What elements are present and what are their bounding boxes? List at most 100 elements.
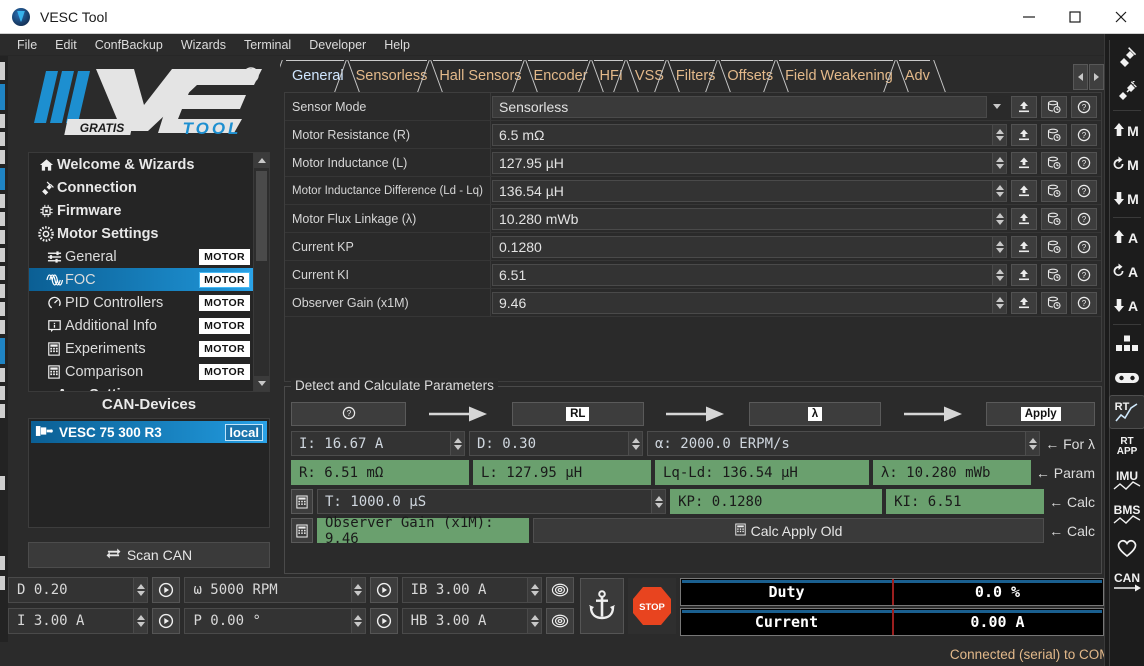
download-app-icon[interactable]: A xyxy=(1109,288,1144,322)
help-icon[interactable]: ? xyxy=(1071,235,1097,258)
restore-default-icon[interactable] xyxy=(1041,95,1067,118)
play-circle-icon[interactable] xyxy=(369,608,398,634)
spinner-buttons[interactable] xyxy=(993,179,1007,202)
tab-field-weakening[interactable]: Field Weakening xyxy=(763,60,909,92)
detect-help-button[interactable]: ? xyxy=(291,402,407,426)
menu-file[interactable]: File xyxy=(8,36,46,54)
ib-current-input[interactable]: IB 3.00 A xyxy=(401,577,529,603)
tab-hall-sensors[interactable]: Hall Sensors xyxy=(417,60,538,92)
spinner-buttons[interactable] xyxy=(993,235,1007,258)
download-motor-icon[interactable]: M xyxy=(1109,181,1144,215)
detect-lambda-button[interactable]: λ xyxy=(749,402,881,426)
upload-app-icon[interactable]: A xyxy=(1109,220,1144,254)
scan-can-button[interactable]: Scan CAN xyxy=(28,542,270,568)
help-icon[interactable]: ? xyxy=(1071,95,1097,118)
play-circle-icon[interactable] xyxy=(152,608,181,634)
observer-gain-input[interactable]: 9.46 xyxy=(492,291,993,314)
motor-resistance-input[interactable]: 6.5 mΩ xyxy=(492,123,993,146)
help-icon[interactable]: ? xyxy=(1071,151,1097,174)
heart-icon[interactable] xyxy=(1109,531,1144,565)
spinner-buttons[interactable] xyxy=(528,577,543,603)
upload-icon[interactable] xyxy=(1011,95,1037,118)
sidebar-item-firmware[interactable]: Firmware xyxy=(29,199,253,222)
chevron-left-icon[interactable] xyxy=(1073,64,1088,90)
upload-icon[interactable] xyxy=(1011,207,1037,230)
motor-inductance-input[interactable]: 127.95 µH xyxy=(492,151,993,174)
spinner-buttons[interactable] xyxy=(134,577,149,603)
stop-button[interactable]: STOP xyxy=(628,578,676,634)
spinner-buttons[interactable] xyxy=(993,291,1007,314)
tab-advanced[interactable]: Adv xyxy=(883,60,946,92)
detect-rl-button[interactable]: RL xyxy=(511,402,644,426)
gamepad-icon[interactable] xyxy=(1109,361,1144,395)
position-setpoint-input[interactable]: P 0.00 ° xyxy=(184,608,352,634)
spinner-buttons[interactable] xyxy=(351,577,366,603)
detect-current-input[interactable]: I: 16.67 A xyxy=(291,431,451,456)
play-circle-icon[interactable] xyxy=(369,577,398,603)
minimize-button[interactable] xyxy=(1006,0,1052,34)
sidebar-item-motor-settings[interactable]: Motor Settings xyxy=(29,222,253,245)
duty-setpoint-input[interactable]: D 0.20 xyxy=(8,577,135,603)
calculator-icon[interactable] xyxy=(291,489,313,514)
help-icon[interactable]: ? xyxy=(1071,179,1097,202)
upload-icon[interactable] xyxy=(1011,123,1037,146)
inductance-difference-input[interactable]: 136.54 µH xyxy=(492,179,993,202)
current-kp-input[interactable]: 0.1280 xyxy=(492,235,993,258)
reload-motor-icon[interactable]: M xyxy=(1109,147,1144,181)
spinner-buttons[interactable] xyxy=(134,608,149,634)
spinner-buttons[interactable] xyxy=(351,608,366,634)
restore-default-icon[interactable] xyxy=(1041,291,1067,314)
sidebar-item-welcome-wizards[interactable]: Welcome & Wizards xyxy=(29,153,253,176)
upload-icon[interactable] xyxy=(1011,235,1037,258)
spinner-buttons[interactable] xyxy=(629,431,643,456)
calc-time-constant-input[interactable]: T: 1000.0 µS xyxy=(317,489,653,514)
spinner-buttons[interactable] xyxy=(528,608,543,634)
spinner-buttons[interactable] xyxy=(993,207,1007,230)
sidebar-item-additional-info[interactable]: Additional Info MOTOR xyxy=(29,314,253,337)
restore-default-icon[interactable] xyxy=(1041,235,1067,258)
detect-duty-input[interactable]: D: 0.30 xyxy=(469,431,629,456)
sidebar-item-experiments[interactable]: Experiments MOTOR xyxy=(29,337,253,360)
calc-apply-old-button[interactable]: Calc Apply Old xyxy=(533,518,1045,543)
sidebar-item-connection[interactable]: Connection xyxy=(29,176,253,199)
spinner-buttons[interactable] xyxy=(993,123,1007,146)
chevron-right-icon[interactable] xyxy=(1089,64,1104,90)
disconnect-icon[interactable] xyxy=(1109,74,1144,108)
hb-current-input[interactable]: HB 3.00 A xyxy=(401,608,529,634)
help-icon[interactable]: ? xyxy=(1071,123,1097,146)
current-setpoint-input[interactable]: I 3.00 A xyxy=(8,608,135,634)
upload-icon[interactable] xyxy=(1011,179,1037,202)
maximize-button[interactable] xyxy=(1052,0,1098,34)
close-button[interactable] xyxy=(1098,0,1144,34)
sensor-mode-select[interactable]: Sensorless xyxy=(492,95,987,118)
restore-default-icon[interactable] xyxy=(1041,179,1067,202)
menu-terminal[interactable]: Terminal xyxy=(235,36,300,54)
restore-default-icon[interactable] xyxy=(1041,123,1067,146)
anchor-button[interactable] xyxy=(580,578,624,634)
sidebar-item-app-settings[interactable]: App Settings xyxy=(29,383,253,391)
scroll-down-icon[interactable] xyxy=(254,376,269,391)
chevron-down-icon[interactable] xyxy=(987,96,1007,118)
connect-icon[interactable] xyxy=(1109,40,1144,74)
bms-icon[interactable]: BMS xyxy=(1109,497,1144,531)
restore-default-icon[interactable] xyxy=(1041,151,1067,174)
scroll-up-icon[interactable] xyxy=(254,153,269,168)
help-icon[interactable]: ? xyxy=(1071,263,1097,286)
restore-default-icon[interactable] xyxy=(1041,263,1067,286)
can-icon[interactable]: CAN xyxy=(1109,565,1144,599)
detect-apply-button[interactable]: Apply xyxy=(986,402,1095,426)
sidebar-item-foc[interactable]: FOC MOTOR xyxy=(29,268,253,291)
sidebar-item-comparison[interactable]: Comparison MOTOR xyxy=(29,360,253,383)
spinner-buttons[interactable] xyxy=(993,263,1007,286)
can-device-item[interactable]: VESC 75 300 R3 local xyxy=(31,421,267,443)
brake-icon[interactable] xyxy=(546,608,575,634)
menu-help[interactable]: Help xyxy=(375,36,419,54)
menu-wizards[interactable]: Wizards xyxy=(172,36,235,54)
sidebar-item-pid-controllers[interactable]: PID Controllers MOTOR xyxy=(29,291,253,314)
realtime-app-icon[interactable]: RT APP xyxy=(1109,429,1144,463)
spinner-buttons[interactable] xyxy=(1026,431,1041,456)
imu-icon[interactable]: IMU xyxy=(1109,463,1144,497)
spinner-buttons[interactable] xyxy=(993,151,1007,174)
help-icon[interactable]: ? xyxy=(1071,207,1097,230)
play-circle-icon[interactable] xyxy=(152,577,181,603)
